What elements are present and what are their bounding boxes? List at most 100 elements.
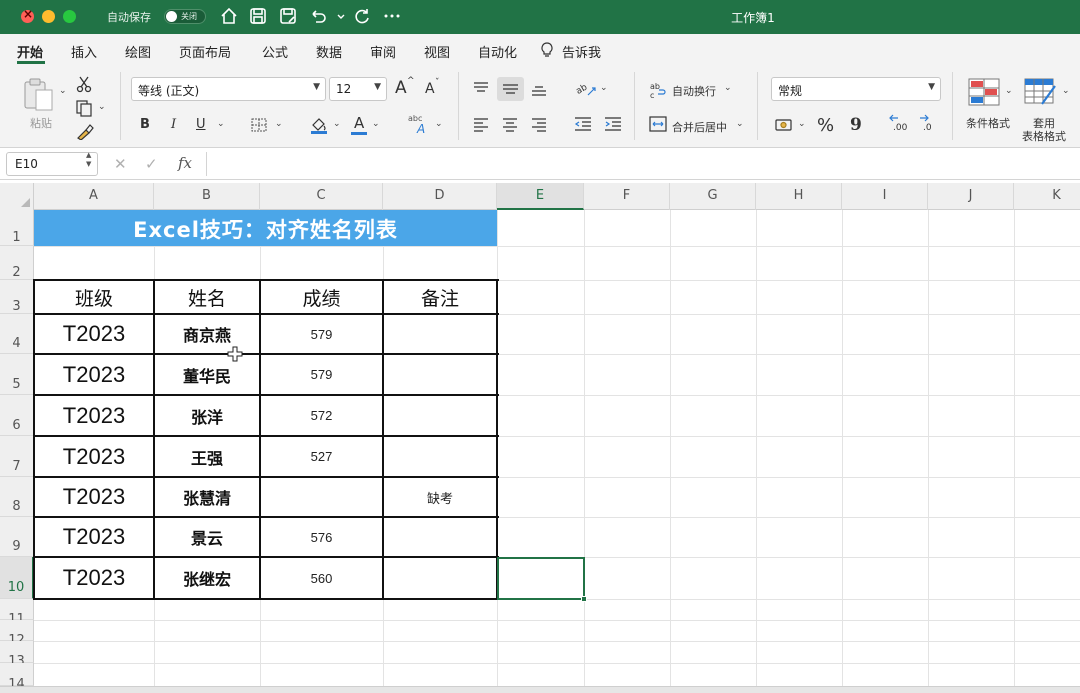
note-cell[interactable]: 缺考: [383, 477, 497, 517]
tab-data[interactable]: 数据: [316, 42, 342, 61]
tab-formulas[interactable]: 公式: [262, 42, 288, 61]
increase-indent-icon[interactable]: [603, 116, 623, 132]
row-header-7[interactable]: 7: [0, 436, 34, 477]
row-header-13[interactable]: 13: [0, 641, 34, 669]
tab-view[interactable]: 视图: [424, 42, 450, 61]
borders-dropdown-icon[interactable]: ⌄: [275, 119, 283, 129]
percent-style-button[interactable]: %: [817, 115, 834, 136]
score-cell[interactable]: 560: [260, 557, 383, 599]
note-cell[interactable]: [383, 517, 497, 557]
row-header-8[interactable]: 8: [0, 477, 34, 517]
undo-dropdown-icon[interactable]: [330, 5, 345, 27]
note-cell[interactable]: [383, 354, 497, 395]
merge-center-dropdown-icon[interactable]: ⌄: [736, 119, 744, 129]
column-header-g[interactable]: G: [670, 183, 756, 210]
merge-center-label[interactable]: 合并后居中: [672, 119, 727, 135]
column-header-b[interactable]: B: [154, 183, 260, 210]
phonetic-guide-icon[interactable]: abc A: [407, 113, 431, 135]
confirm-entry-icon[interactable]: ✓: [145, 155, 158, 173]
bold-button[interactable]: B: [140, 117, 150, 132]
orientation-icon[interactable]: ab: [575, 79, 597, 99]
format-painter-icon[interactable]: [75, 122, 95, 140]
tab-automate[interactable]: 自动化: [478, 42, 517, 61]
column-header-f[interactable]: F: [584, 183, 670, 210]
tab-home[interactable]: 开始: [17, 42, 43, 61]
name-cell[interactable]: 商京燕: [154, 314, 260, 354]
row-header-9[interactable]: 9: [0, 517, 34, 557]
fill-color-icon[interactable]: [309, 115, 329, 135]
shrink-font-button[interactable]: A: [425, 81, 435, 97]
tab-insert[interactable]: 插入: [71, 42, 97, 61]
minimize-window-button[interactable]: [42, 10, 55, 23]
tab-review[interactable]: 审阅: [370, 42, 396, 61]
note-cell[interactable]: [383, 436, 497, 477]
currency-format-icon[interactable]: [775, 117, 795, 133]
decrease-indent-icon[interactable]: [573, 116, 593, 132]
active-cell-selection[interactable]: [497, 557, 587, 602]
row-header-14[interactable]: 14: [0, 663, 34, 692]
score-cell[interactable]: 572: [260, 395, 383, 436]
align-middle-icon[interactable]: [497, 77, 524, 101]
score-cell[interactable]: [260, 477, 383, 517]
phonetic-dropdown-icon[interactable]: ⌄: [435, 119, 443, 129]
number-format-select[interactable]: 常规 ▼: [771, 77, 941, 101]
row-header-1[interactable]: 1: [0, 210, 34, 246]
score-cell[interactable]: 576: [260, 517, 383, 557]
save-as-icon[interactable]: [277, 5, 299, 27]
row-header-4[interactable]: 4: [0, 314, 34, 354]
format-as-table-label-2[interactable]: 表格格式: [1022, 128, 1066, 144]
column-header-e[interactable]: E: [497, 183, 584, 210]
row-header-12[interactable]: 12: [0, 620, 34, 648]
row-header-6[interactable]: 6: [0, 395, 34, 436]
column-header-d[interactable]: D: [383, 183, 497, 210]
sheet-title-cell[interactable]: Excel技巧：对齐姓名列表: [34, 210, 497, 246]
font-color-button[interactable]: A: [350, 113, 368, 135]
redo-icon[interactable]: [351, 5, 373, 27]
select-all-button[interactable]: [0, 183, 34, 210]
cut-icon[interactable]: [76, 75, 92, 93]
row-header-3[interactable]: 3: [0, 280, 34, 314]
align-top-icon[interactable]: [472, 80, 490, 96]
copy-icon[interactable]: [75, 99, 93, 117]
orientation-dropdown-icon[interactable]: ⌄: [600, 83, 608, 93]
score-cell[interactable]: 579: [260, 314, 383, 354]
class-cell[interactable]: T2023: [34, 395, 154, 436]
underline-button[interactable]: U: [196, 117, 206, 132]
name-cell[interactable]: 张继宏: [154, 557, 260, 599]
note-cell[interactable]: [383, 314, 497, 354]
more-commands-icon[interactable]: [381, 5, 403, 27]
save-icon[interactable]: [247, 5, 269, 27]
copy-dropdown-icon[interactable]: ⌄: [98, 102, 106, 112]
wrap-text-icon[interactable]: ab c: [649, 81, 667, 99]
align-left-icon[interactable]: [472, 116, 490, 132]
name-cell[interactable]: 张慧清: [154, 477, 260, 517]
merge-center-icon[interactable]: [649, 116, 667, 132]
row-header-2[interactable]: 2: [0, 246, 34, 280]
name-cell[interactable]: 王强: [154, 436, 260, 477]
font-color-dropdown-icon[interactable]: ⌄: [372, 119, 380, 129]
conditional-format-icon[interactable]: [968, 78, 1000, 106]
autosave-toggle[interactable]: 关闭: [164, 9, 206, 24]
score-cell[interactable]: 579: [260, 354, 383, 395]
name-box-stepper-icon[interactable]: ▲ ▼: [86, 151, 91, 169]
wrap-text-label[interactable]: 自动换行: [672, 83, 716, 99]
align-bottom-icon[interactable]: [530, 82, 548, 98]
row-header-5[interactable]: 5: [0, 354, 34, 395]
format-as-table-icon[interactable]: [1024, 78, 1058, 106]
decrease-decimal-button[interactable]: .0: [919, 114, 941, 136]
conditional-format-dropdown-icon[interactable]: ⌄: [1005, 86, 1013, 96]
column-header-a[interactable]: A: [34, 183, 154, 210]
italic-button[interactable]: I: [171, 117, 176, 132]
font-size-select[interactable]: 12 ▼: [329, 77, 387, 101]
column-header-i[interactable]: I: [842, 183, 928, 210]
class-cell[interactable]: T2023: [34, 477, 154, 517]
spreadsheet-grid[interactable]: ABCDEFGHIJK 1 2 3 4 5 6 7 8 9 10 11 12 13 14 Excel技巧：…: [0, 183, 1080, 693]
format-as-table-dropdown-icon[interactable]: ⌄: [1062, 86, 1070, 96]
comma-style-button[interactable]: 9: [850, 115, 862, 135]
column-header-j[interactable]: J: [928, 183, 1014, 210]
undo-icon[interactable]: [307, 5, 329, 27]
row-header-11[interactable]: 11: [0, 599, 34, 627]
column-header-c[interactable]: C: [260, 183, 383, 210]
table-header-cell[interactable]: 姓名: [154, 280, 260, 314]
score-cell[interactable]: 527: [260, 436, 383, 477]
